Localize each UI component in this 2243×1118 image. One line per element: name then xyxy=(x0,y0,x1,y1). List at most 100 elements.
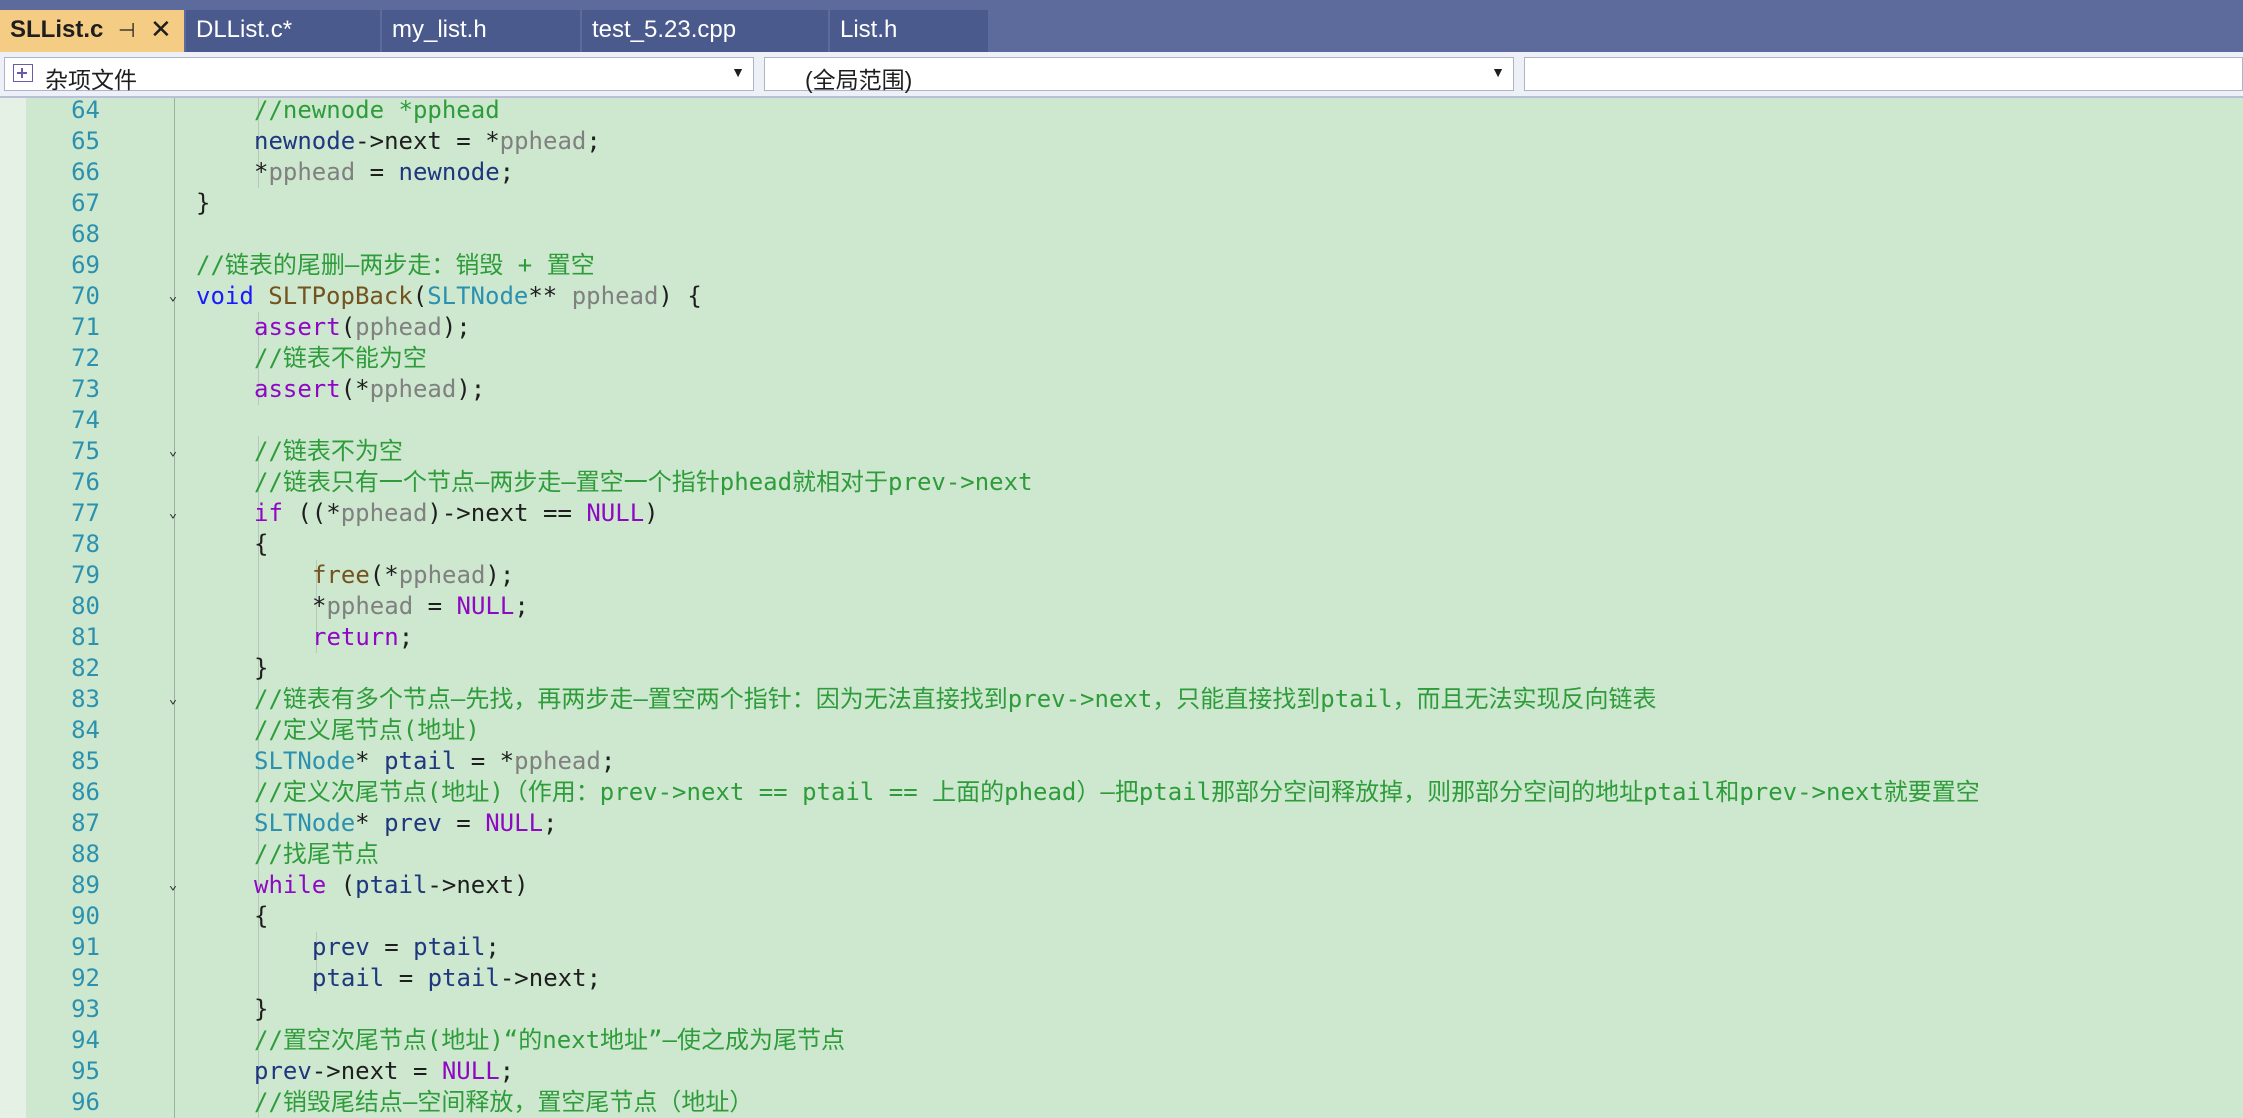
code-line[interactable]: 81 return; xyxy=(0,622,2243,653)
code-line[interactable]: 64 //newnode *pphead xyxy=(0,98,2243,126)
code-token: -> xyxy=(499,964,529,992)
code-token: pphead xyxy=(355,313,442,341)
fold-toggle-icon[interactable]: ⌄ xyxy=(165,692,181,706)
line-number: 87 xyxy=(71,809,100,837)
code-line[interactable]: 78 { xyxy=(0,529,2243,560)
code-line[interactable]: 71 assert(pphead); xyxy=(0,312,2243,343)
close-icon[interactable]: ✕ xyxy=(150,14,172,45)
code-line[interactable]: 65 newnode->next = *pphead; xyxy=(0,126,2243,157)
code-line[interactable]: 83 ⌄ //链表有多个节点—先找，再两步走—置空两个指针：因为无法直接找到prev… xyxy=(0,684,2243,715)
code-token: ( xyxy=(326,871,356,899)
fold-toggle-icon[interactable]: ⌄ xyxy=(165,506,181,520)
line-number: 66 xyxy=(71,158,100,186)
line-number: 68 xyxy=(71,220,100,248)
code-token: ((* xyxy=(282,499,341,527)
code-token: newnode xyxy=(254,127,356,155)
code-line[interactable]: 86 //定义次尾节点(地址)（作用：prev->next == ptail ==… xyxy=(0,777,2243,808)
code-token: ) xyxy=(644,499,659,527)
code-line[interactable]: 87 SLTNode* prev = NULL; xyxy=(0,808,2243,839)
code-line[interactable]: 84 //定义尾节点(地址) xyxy=(0,715,2243,746)
code-token: * xyxy=(355,747,385,775)
code-token: -> xyxy=(311,1057,341,1085)
code-line[interactable]: 90 { xyxy=(0,901,2243,932)
code-token: SLTNode xyxy=(427,282,529,310)
code-line[interactable]: 77 ⌄ if ((*pphead)->next == NULL) xyxy=(0,498,2243,529)
code-text: //置空次尾节点(地址)“的next地址”—使之成为尾节点 xyxy=(254,1025,845,1056)
line-number: 64 xyxy=(71,98,100,124)
project-combo[interactable]: 杂项文件 ▼ xyxy=(4,57,754,93)
code-token: ( xyxy=(412,282,428,310)
code-line[interactable]: 85 SLTNode* ptail = *pphead; xyxy=(0,746,2243,777)
code-line[interactable]: 68 xyxy=(0,219,2243,250)
code-line[interactable]: 92 ptail = ptail->next; xyxy=(0,963,2243,994)
code-token: next xyxy=(456,871,515,899)
code-line[interactable]: 91 prev = ptail; xyxy=(0,932,2243,963)
code-line[interactable]: 89 ⌄ while (ptail->next) xyxy=(0,870,2243,901)
scope-combo-value: (全局范围) xyxy=(805,67,913,93)
tab-list-h[interactable]: List.h xyxy=(830,10,988,52)
code-token: ptail xyxy=(355,871,428,899)
fold-toggle-icon[interactable]: ⌄ xyxy=(165,444,181,458)
tab-test-5-23-cpp[interactable]: test_5.23.cpp xyxy=(582,10,828,52)
line-number: 81 xyxy=(71,623,100,651)
code-line[interactable]: 88 //找尾节点 xyxy=(0,839,2243,870)
fold-toggle-icon[interactable]: ⌄ xyxy=(165,878,181,892)
code-token: * xyxy=(312,592,327,620)
code-token: pphead xyxy=(514,747,601,775)
indent-guide xyxy=(258,560,259,591)
code-token: pphead xyxy=(571,282,659,310)
code-token: pphead xyxy=(268,158,356,186)
fold-toggle-icon[interactable]: ⌄ xyxy=(165,289,181,303)
line-number: 86 xyxy=(71,778,100,806)
code-token: //链表不为空 xyxy=(254,437,403,465)
code-text: ptail = ptail->next; xyxy=(312,963,601,994)
code-token: //链表不能为空 xyxy=(254,344,427,372)
code-line[interactable]: 73 assert(*pphead); xyxy=(0,374,2243,405)
code-line[interactable]: 94 //置空次尾节点(地址)“的next地址”—使之成为尾节点 xyxy=(0,1025,2243,1056)
code-line[interactable]: 69 //链表的尾删—两步走：销毁 + 置空 xyxy=(0,250,2243,281)
code-token: = xyxy=(413,592,457,620)
member-combo[interactable] xyxy=(1524,57,2243,91)
code-line[interactable]: 80 *pphead = NULL; xyxy=(0,591,2243,622)
code-text: *pphead = NULL; xyxy=(312,591,529,622)
code-line[interactable]: 74 xyxy=(0,405,2243,436)
code-line[interactable]: 96 //销毁尾结点—空间释放，置空尾节点（地址） xyxy=(0,1087,2243,1118)
tab-my-list-h[interactable]: my_list.h xyxy=(382,10,580,52)
code-token: return xyxy=(312,623,399,651)
tab-label: my_list.h xyxy=(392,16,487,43)
code-text: { xyxy=(254,529,268,560)
code-token: NULL xyxy=(456,592,515,620)
code-line[interactable]: 95 prev->next = NULL; xyxy=(0,1056,2243,1087)
line-number: 89 xyxy=(71,871,100,899)
code-line[interactable]: 79 free(*pphead); xyxy=(0,560,2243,591)
code-token: prev xyxy=(312,933,370,961)
code-token: { xyxy=(254,902,269,930)
code-token: = xyxy=(441,809,486,837)
code-line[interactable]: 82} xyxy=(0,653,2243,684)
tab-sllist-c[interactable]: SLList.c ⊣ ✕ xyxy=(0,10,184,52)
code-line[interactable]: 67} xyxy=(0,188,2243,219)
code-token: //置空次尾节点(地址)“的next地址”—使之成为尾节点 xyxy=(254,1026,845,1054)
code-line[interactable]: 72 //链表不能为空 xyxy=(0,343,2243,374)
code-token: pphead xyxy=(326,592,414,620)
tab-dllist-c[interactable]: DLList.c* xyxy=(186,10,380,52)
code-token: //找尾节点 xyxy=(254,840,379,868)
indent-guide xyxy=(258,963,259,994)
line-number: 72 xyxy=(71,344,100,372)
code-line[interactable]: 70 ⌄ void SLTPopBack(SLTNode** pphead) { xyxy=(0,281,2243,312)
scope-combo[interactable]: (全局范围) ▼ xyxy=(764,57,1514,93)
code-line[interactable]: 76 //链表只有一个节点—两步走—置空一个指针phead就相对于prev->ne… xyxy=(0,467,2243,498)
pin-icon[interactable]: ⊣ xyxy=(118,18,135,43)
code-line[interactable]: 93} xyxy=(0,994,2243,1025)
code-token: prev xyxy=(384,809,442,837)
code-editor[interactable]: 64 //newnode *pphead 65 newnode->next = *pp… xyxy=(0,98,2243,1118)
code-text: //newnode *pphead xyxy=(254,98,500,126)
code-token: NULL xyxy=(586,499,645,527)
code-line[interactable]: 66 *pphead = newnode; xyxy=(0,157,2243,188)
code-token: free xyxy=(312,561,370,589)
line-number: 91 xyxy=(71,933,100,961)
code-text: return; xyxy=(312,622,413,653)
code-token: (* xyxy=(340,375,370,403)
code-line[interactable]: 75 ⌄ //链表不为空 xyxy=(0,436,2243,467)
